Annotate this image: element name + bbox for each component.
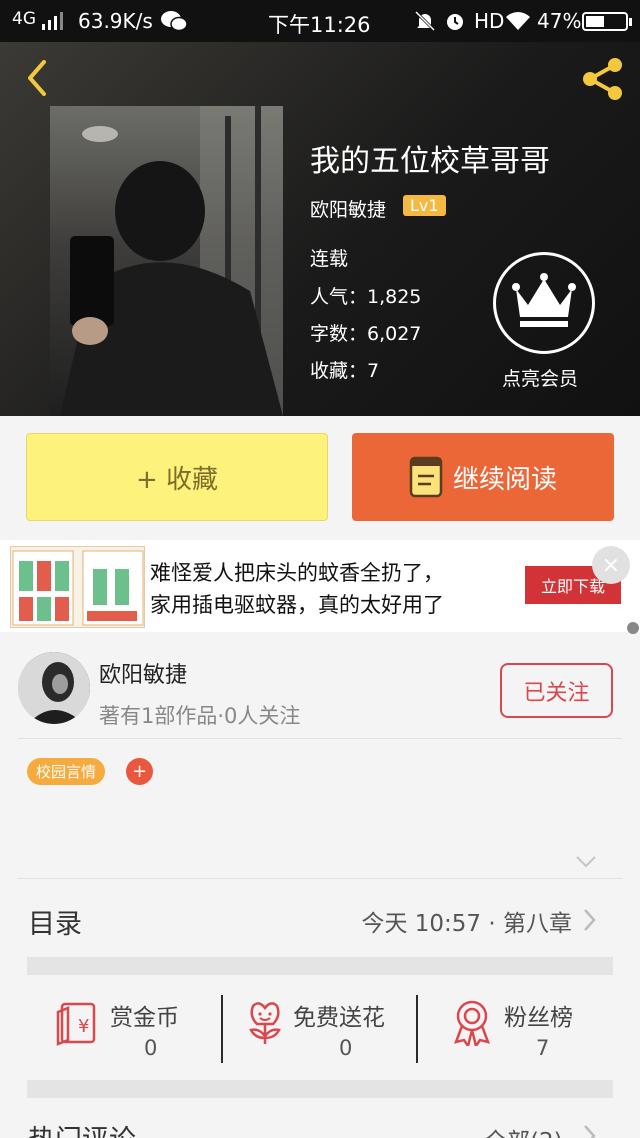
author-card: 欧阳敏捷 著有1部作品·0人关注 已关注	[0, 640, 640, 736]
ad-text-line-2: 家用插电驱蚊器，真的太好用了	[150, 593, 444, 617]
fan-rank-stat[interactable]: 粉丝榜 7	[450, 998, 600, 1060]
book-header: 我的五位校草哥哥 欧阳敏捷 Lv1 连载 人气：1,825 字数：6,027 收…	[0, 42, 640, 416]
mute-bell-icon	[414, 10, 436, 32]
share-icon[interactable]	[578, 54, 628, 104]
alarm-icon	[447, 14, 463, 30]
latest-chapter[interactable]: 今天 10:57 · 第八章	[361, 904, 572, 938]
chevron-down-icon[interactable]	[575, 855, 597, 869]
book-icon	[409, 456, 443, 498]
wifi-icon	[506, 12, 530, 30]
author-stats: 著有1部作品·0人关注	[99, 704, 301, 728]
book-status: 连载	[310, 248, 349, 270]
continue-reading-button[interactable]: 继续阅读	[352, 433, 614, 521]
genre-tag[interactable]: 校园言情	[27, 758, 106, 785]
chevron-right-icon[interactable]	[582, 908, 596, 932]
ad-mark-icon	[627, 622, 639, 634]
book-author[interactable]: 欧阳敏捷	[310, 195, 386, 222]
ad-text-line-1: 难怪爱人把床头的蚊香全扔了，	[150, 561, 444, 585]
book-popularity: 人气：1,825	[310, 286, 422, 308]
hd-indicator: HD	[474, 9, 505, 33]
flower-stat[interactable]: 免费送花 0	[243, 998, 413, 1060]
section-band	[27, 957, 613, 975]
crown-icon	[512, 273, 576, 327]
ad-close-button[interactable]: ×	[592, 546, 630, 584]
clock: 下午11:26	[268, 13, 371, 37]
continue-reading-label: 继续阅读	[452, 464, 557, 495]
flower-count: 0	[339, 1036, 353, 1060]
back-arrow-icon[interactable]	[18, 58, 58, 98]
section-band	[27, 1080, 613, 1098]
author-level-badge: Lv1	[403, 195, 446, 216]
battery-percent: 47%	[537, 9, 582, 33]
followed-button[interactable]: 已关注	[500, 663, 613, 718]
divider	[18, 878, 622, 879]
ad-image[interactable]	[10, 546, 145, 628]
vip-button[interactable]	[493, 252, 595, 354]
network-speed: 63.9K/s	[78, 9, 153, 33]
fan-rank-label: 粉丝榜	[504, 1005, 573, 1031]
all-comments-link[interactable]: 全部(2)	[484, 1122, 563, 1138]
flower-label: 免费送花	[293, 1005, 385, 1031]
toc-label[interactable]: 目录	[28, 902, 82, 941]
reward-coin-label: 赏金币	[110, 1005, 179, 1031]
hot-comments-label[interactable]: 热门评论	[28, 1118, 136, 1138]
vip-label[interactable]: 点亮会员	[502, 364, 578, 391]
fan-rank-count: 7	[536, 1036, 550, 1060]
book-favorites: 收藏：7	[310, 360, 380, 382]
divider	[416, 995, 418, 1063]
network-type: 4G	[12, 9, 36, 29]
book-cover-image[interactable]	[50, 106, 283, 416]
book-title: 我的五位校草哥哥	[310, 144, 550, 179]
chevron-right-icon[interactable]	[582, 1124, 596, 1138]
wechat-icon	[161, 11, 188, 32]
add-tag-button[interactable]: +	[126, 758, 153, 785]
flower-icon	[249, 1002, 281, 1044]
reward-coin-count: 0	[144, 1036, 158, 1060]
signal-icon	[42, 12, 63, 30]
reward-coin-stat[interactable]: ¥ 赏金币 0	[56, 998, 216, 1060]
reward-coin-icon: ¥	[56, 1002, 96, 1046]
battery-icon	[582, 12, 632, 31]
favorite-button[interactable]: + 收藏	[26, 433, 328, 521]
author-avatar[interactable]	[18, 652, 90, 724]
book-word-count: 字数：6,027	[310, 323, 422, 345]
svg-text:¥: ¥	[78, 1016, 89, 1037]
status-bar: 4G 63.9K/s 下午11:26 HD 47%	[0, 0, 640, 42]
divider	[18, 738, 622, 739]
divider	[221, 995, 223, 1063]
ad-banner[interactable]: 难怪爱人把床头的蚊香全扔了， 家用插电驱蚊器，真的太好用了 立即下载	[0, 540, 640, 632]
medal-icon	[453, 1000, 491, 1046]
author-name[interactable]: 欧阳敏捷	[99, 657, 187, 689]
